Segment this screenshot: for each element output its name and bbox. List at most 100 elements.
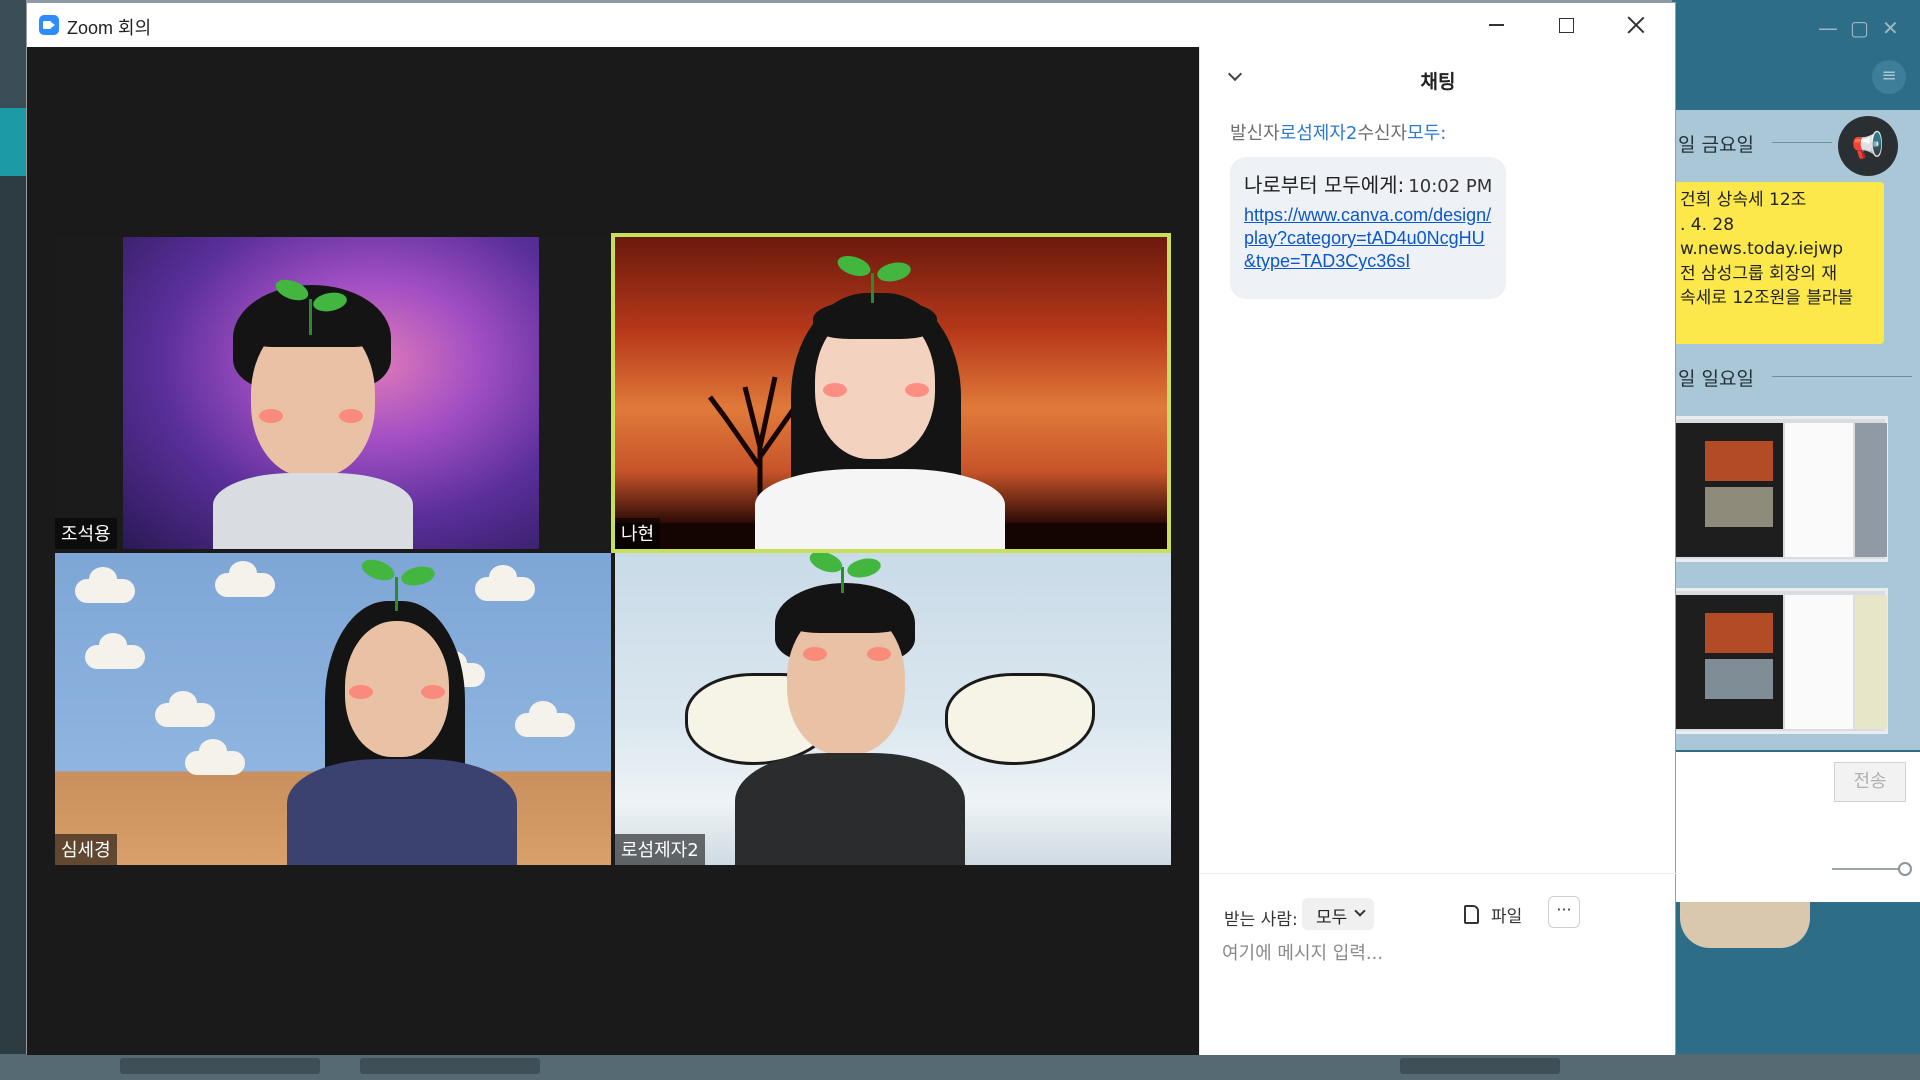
message-link[interactable]: https://www.canva.com/design/play?catego…: [1244, 204, 1496, 273]
sprout-filter: [875, 259, 913, 285]
video-gallery: 조석용 나현 심세경 로섬제자2: [27, 47, 1199, 1055]
sprout-filter: [395, 577, 398, 611]
sprout-filter: [841, 567, 844, 593]
zoom-window: Zoom 회의 조석용 나현 심세경 로섬제자2 채팅 발신자로섬제자2수신자모…: [26, 2, 1676, 1055]
minimize-button[interactable]: [1461, 3, 1531, 47]
opacity-slider-track[interactable]: [1832, 868, 1904, 870]
chat-title: 채팅: [1420, 71, 1456, 93]
participant-shirt: [213, 473, 413, 549]
date-line: [1772, 142, 1832, 143]
background-image: [1680, 902, 1810, 948]
minimize-icon: [1488, 24, 1504, 26]
maximize-icon: [1558, 17, 1574, 33]
screenshot-thumbnail[interactable]: [1672, 588, 1888, 734]
taskbar-item[interactable]: [360, 1058, 540, 1074]
chat-message-bubble: 나로부터 모두에게: 10:02 PM https://www.canva.com…: [1230, 157, 1506, 299]
cloud-pattern: [215, 561, 275, 597]
desktop-dark-strip: [0, 176, 26, 1080]
participant-bangs: [245, 291, 381, 347]
message-sender-line: 발신자로섬제자2수신자모두:: [1230, 119, 1446, 145]
close-button[interactable]: [1601, 3, 1671, 47]
thumb-chat: [1785, 423, 1853, 557]
taskbar-item[interactable]: [1400, 1058, 1560, 1074]
recipient-dropdown-value: 모두: [1316, 908, 1348, 928]
cloud-pattern: [185, 739, 245, 775]
recipient-name[interactable]: 모두: [1407, 123, 1440, 144]
send-button[interactable]: 전송: [1834, 762, 1906, 802]
zoom-titlebar: Zoom 회의: [27, 3, 1675, 47]
recipient-label: 받는 사람:: [1224, 910, 1298, 930]
cloud-pattern: [75, 567, 135, 603]
blush-effect: [339, 409, 363, 423]
participant-bangs: [781, 589, 911, 633]
messenger-window: — ▢ ✕ ≡ 일 금요일 📢 건희 상속세 12조 . 4. 28 w.new…: [1672, 0, 1920, 1054]
date-line: [1772, 376, 1912, 377]
message-line: 전 삼성그룹 회장의 재: [1680, 263, 1837, 284]
minimize-icon[interactable]: —: [1818, 16, 1838, 40]
yellow-message-bubble[interactable]: 건희 상속세 12조 . 4. 28 w.news.today.iejwp 전 …: [1672, 182, 1884, 344]
zoom-logo-icon: [39, 15, 59, 35]
file-button-label: 파일: [1491, 906, 1523, 927]
file-icon: [1464, 904, 1479, 924]
file-button[interactable]: 파일: [1464, 898, 1522, 930]
thumb-tile: [1705, 487, 1773, 527]
sprout-filter: [806, 553, 846, 577]
message-line: . 4. 28: [1680, 214, 1735, 235]
cloud-pattern: [475, 565, 535, 601]
date-separator: 일 금요일: [1678, 134, 1754, 156]
participant-shirt: [755, 469, 1005, 549]
blush-effect: [867, 647, 891, 661]
blush-effect: [259, 409, 283, 423]
recipient-dropdown[interactable]: 모두: [1302, 898, 1374, 930]
blush-effect: [823, 383, 847, 397]
more-icon[interactable]: ···: [1548, 896, 1580, 928]
chat-message-input[interactable]: [1222, 933, 1652, 973]
window-title: Zoom 회의: [67, 18, 152, 38]
maximize-button[interactable]: [1531, 3, 1601, 47]
participant-shirt: [287, 759, 517, 865]
sprout-filter: [845, 555, 883, 581]
screenshot-thumbnail[interactable]: [1672, 416, 1888, 562]
sprout-filter: [358, 555, 398, 585]
video-tile-active-speaker[interactable]: 나현: [611, 233, 1171, 553]
blush-effect: [803, 647, 827, 661]
close-icon: [1627, 16, 1645, 34]
participant-name: 로섬제자2: [615, 834, 705, 865]
participant-name: 심세경: [55, 834, 117, 865]
video-tile[interactable]: 조석용: [55, 237, 611, 549]
desktop-teal-strip: [0, 108, 26, 176]
taskbar-item[interactable]: [120, 1058, 320, 1074]
sprout-filter: [871, 273, 874, 303]
cloud-pattern: [85, 633, 145, 669]
megaphone-icon[interactable]: 📢: [1838, 116, 1898, 176]
menu-icon[interactable]: ≡: [1872, 60, 1906, 94]
recipient-prefix: 수신자: [1357, 123, 1408, 144]
messenger-titlebar: — ▢ ✕: [1672, 0, 1920, 54]
message-time: 10:02 PM: [1408, 176, 1493, 197]
participant-name: 나현: [615, 518, 661, 549]
thumb-tile: [1705, 441, 1773, 481]
maximize-icon[interactable]: ▢: [1850, 16, 1869, 40]
message-line: 건희 상속세 12조: [1680, 190, 1807, 210]
sprout-filter: [835, 252, 873, 280]
sender-prefix: 발신자: [1230, 123, 1280, 144]
video-tile[interactable]: 로섬제자2: [615, 553, 1171, 865]
video-tile[interactable]: 심세경: [55, 553, 611, 865]
blush-effect: [349, 685, 373, 699]
cloud-pattern: [155, 691, 215, 727]
thumb-chat: [1785, 595, 1853, 729]
sender-name[interactable]: 로섬제자2: [1280, 123, 1358, 144]
wing-filter: [945, 673, 1095, 765]
participant-name: 조석용: [55, 518, 117, 549]
sprout-filter: [309, 299, 312, 335]
opacity-slider-knob[interactable]: [1898, 862, 1912, 876]
close-icon[interactable]: ✕: [1882, 16, 1899, 40]
message-line: 속세로 12조원을 블라블: [1680, 288, 1854, 308]
chat-panel: 채팅 발신자로섬제자2수신자모두: 나로부터 모두에게: 10:02 PM htt…: [1199, 47, 1676, 1055]
thumb-side: [1855, 595, 1887, 729]
chevron-down-icon: [1354, 905, 1366, 917]
desktop-left-edge: [0, 0, 26, 1080]
thumb-tile: [1705, 659, 1773, 699]
desktop-taskbar: [0, 1054, 1920, 1080]
message-line: w.news.today.iejwp: [1680, 239, 1844, 259]
